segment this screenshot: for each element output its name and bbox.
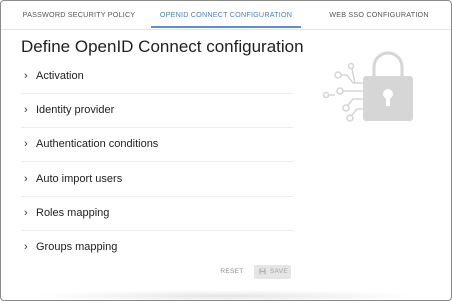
section-label: Authentication conditions [36,138,159,150]
chevron-right-icon: › [24,173,28,185]
section-label: Auto import users [36,173,123,185]
section-label: Activation [36,70,84,82]
tab-password-security-policy[interactable]: PASSWORD SECURITY POLICY [11,1,147,29]
padlock-circuit-icon [319,45,419,130]
chevron-right-icon: › [24,138,28,150]
active-tab-indicator [151,26,301,28]
tab-bar: PASSWORD SECURITY POLICY OPENID CONNECT … [1,1,451,30]
tab-web-sso-configuration[interactable]: WEB SSO CONFIGURATION [311,1,447,29]
settings-panel: PASSWORD SECURITY POLICY OPENID CONNECT … [0,0,452,301]
section-groups-mapping[interactable]: › Groups mapping [21,230,293,264]
tab-openid-connect-configuration[interactable]: OPENID CONNECT CONFIGURATION [151,1,301,29]
section-activation[interactable]: › Activation [21,59,293,94]
section-label: Identity provider [36,104,115,116]
save-button-label: SAVE [270,268,289,275]
section-label: Roles mapping [36,207,110,219]
page-title: Define OpenID Connect configuration [21,37,304,56]
floppy-disk-icon [259,268,266,277]
chevron-right-icon: › [24,70,28,82]
section-roles-mapping[interactable]: › Roles mapping [21,196,293,231]
reset-button[interactable]: RESET [215,265,249,279]
panel-shadow [31,290,421,300]
section-label: Groups mapping [36,241,118,253]
section-auto-import-users[interactable]: › Auto import users [21,162,293,197]
chevron-right-icon: › [24,207,28,219]
save-button[interactable]: SAVE [254,265,291,279]
chevron-right-icon: › [24,104,28,116]
chevron-right-icon: › [24,241,28,253]
section-authentication-conditions[interactable]: › Authentication conditions [21,127,293,162]
section-identity-provider[interactable]: › Identity provider [21,93,293,128]
